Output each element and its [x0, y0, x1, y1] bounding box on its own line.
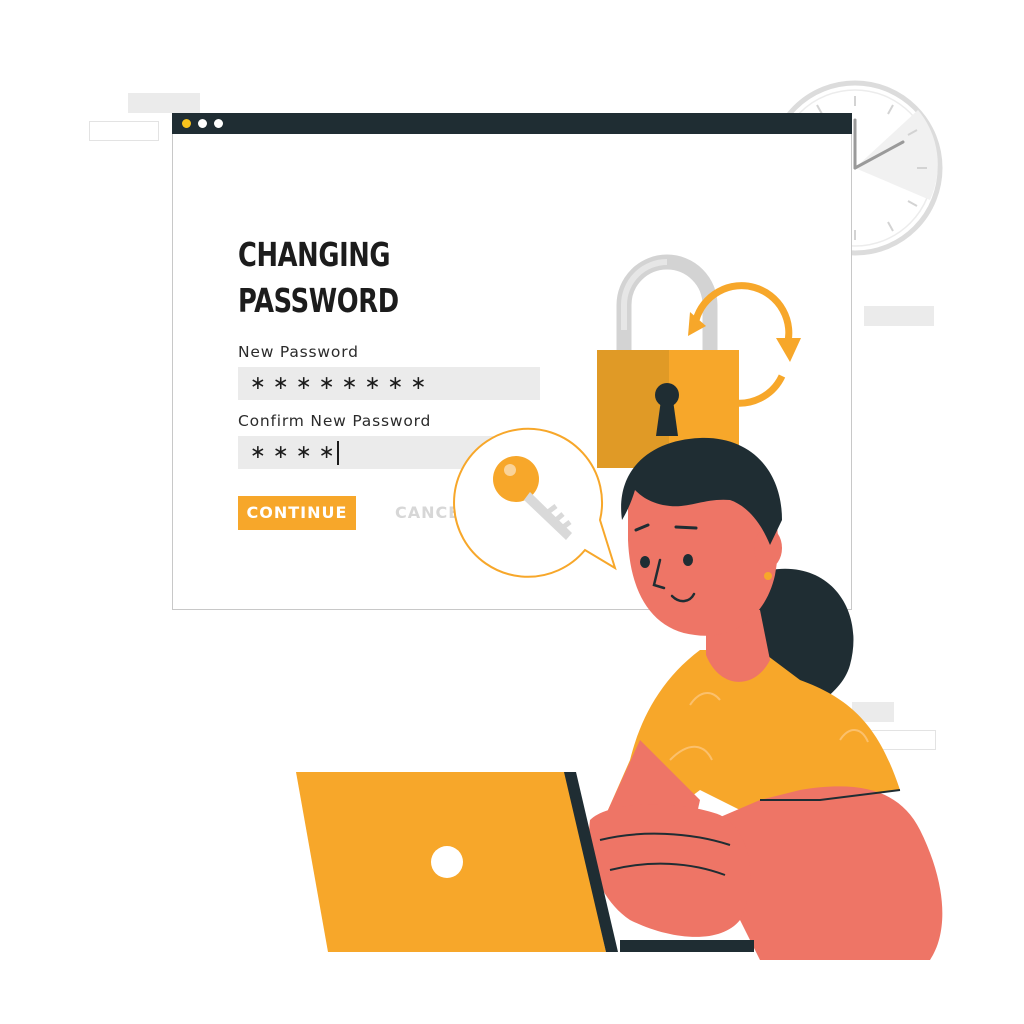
laptop-logo-icon — [431, 846, 463, 878]
key-bubble — [453, 427, 617, 578]
illustration — [296, 254, 943, 960]
woman-character — [296, 437, 943, 960]
